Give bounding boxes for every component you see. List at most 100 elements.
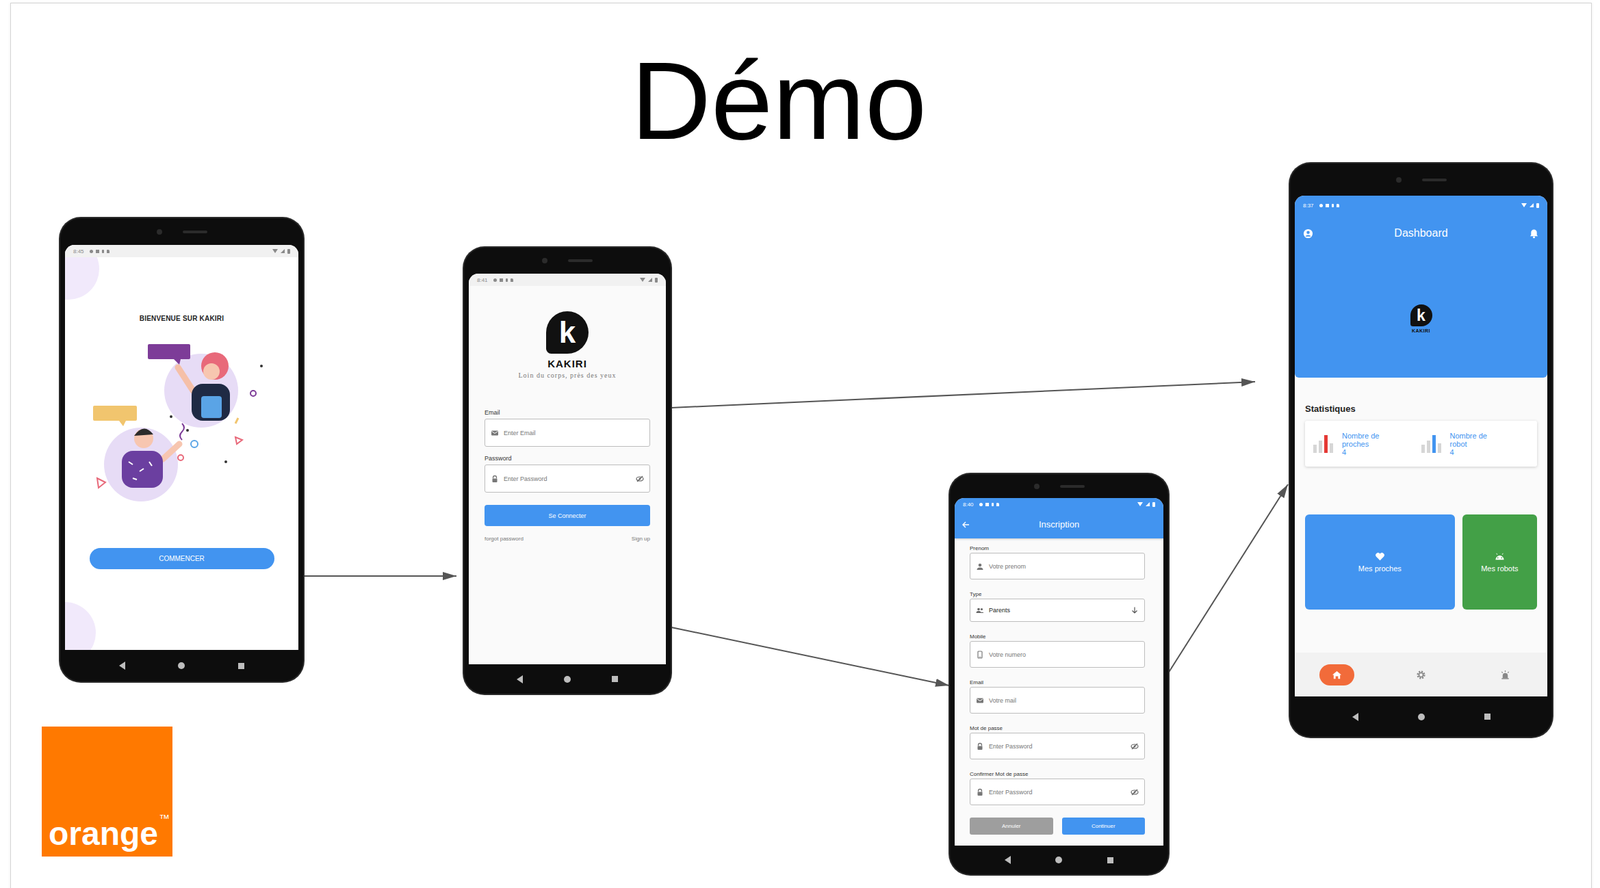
tile-label: Mes robots <box>1480 564 1518 573</box>
text-field[interactable]: Enter Password <box>969 732 1145 760</box>
home-button-icon[interactable] <box>177 662 185 670</box>
camera-icon <box>1396 177 1402 183</box>
bottom-nav <box>1294 652 1548 697</box>
eye-off-icon[interactable] <box>635 474 644 484</box>
camera-icon <box>542 257 548 264</box>
signal-icon <box>1145 502 1150 507</box>
back-icon[interactable] <box>1004 856 1011 865</box>
text-field[interactable]: Enter Password <box>969 778 1145 806</box>
bell-icon[interactable] <box>1528 228 1540 239</box>
stat-label: Nombre de robot <box>1450 431 1499 449</box>
continue-button[interactable]: Continuer <box>1062 817 1146 835</box>
phone-dashboard: 8:37DashboardkKAKIRIStatistiquesNombre d… <box>1289 163 1553 738</box>
group-icon <box>975 606 985 615</box>
nav-alarm[interactable] <box>1487 664 1523 686</box>
orange-logo-text: orange <box>48 814 159 855</box>
tile-label: Mes proches <box>1358 564 1402 573</box>
home-button-icon[interactable] <box>1417 713 1425 721</box>
tile-heart[interactable]: Mes proches <box>1305 514 1455 610</box>
sd-card-icon <box>106 249 110 254</box>
speaker-icon <box>1060 485 1085 488</box>
person-icon <box>975 562 985 571</box>
lock-icon <box>975 742 985 751</box>
mic-status-icon <box>101 249 105 254</box>
text-field[interactable]: Votre numero <box>969 641 1145 668</box>
field-label: Mobile <box>969 633 1145 642</box>
lock-icon <box>490 474 499 484</box>
android-robot-icon <box>1494 551 1505 562</box>
text-field[interactable]: Votre mail <box>969 687 1145 714</box>
cancel-button[interactable]: Annuler <box>969 817 1054 835</box>
login-links: forgot password Sign up <box>484 535 651 543</box>
brand-name: KAKIRI <box>547 357 588 370</box>
back-icon[interactable] <box>119 661 126 670</box>
app-bar: Dashboard <box>1294 214 1548 252</box>
text-field[interactable]: Enter Email <box>484 418 651 447</box>
recent-apps-icon[interactable] <box>1484 713 1491 720</box>
eye-off-icon[interactable] <box>1130 742 1139 751</box>
back-icon[interactable] <box>516 675 523 684</box>
recent-apps-icon[interactable] <box>238 663 245 670</box>
back-icon[interactable] <box>1352 713 1359 722</box>
signal-icon <box>1529 203 1534 208</box>
heart-icon <box>1374 551 1386 562</box>
dashboard-header: DashboardkKAKIRI <box>1294 214 1548 378</box>
wifi-icon <box>272 249 278 254</box>
form-group: Mot de passeEnter Password <box>969 724 1145 760</box>
text-field[interactable]: Votre prenom <box>969 552 1145 580</box>
text-link[interactable]: forgot password <box>484 535 524 543</box>
mail-icon <box>490 429 499 438</box>
brand-name: KAKIRI <box>1411 328 1431 334</box>
home-button-icon[interactable] <box>563 676 571 683</box>
back-arrow-icon[interactable] <box>961 520 970 529</box>
flow-arrow <box>671 381 1256 408</box>
nav-settings[interactable] <box>1403 664 1439 686</box>
status-time: 8:41 <box>476 277 488 284</box>
form-buttons: Annuler Continuer <box>969 817 1145 835</box>
field-placeholder: Votre prenom <box>988 563 1026 571</box>
home-button-icon[interactable] <box>1055 856 1063 864</box>
text-link[interactable]: Sign up <box>631 535 651 543</box>
flow-arrow <box>295 575 457 577</box>
dropdown-arrow-icon[interactable] <box>1130 606 1139 615</box>
type-dropdown[interactable]: Parents <box>969 598 1145 623</box>
field-placeholder: Enter Email <box>503 429 536 437</box>
speaker-icon <box>1422 178 1447 182</box>
kakiri-logo: k <box>546 311 589 354</box>
app-bar-title: Dashboard <box>1313 227 1529 240</box>
field-label: Email <box>969 678 1145 688</box>
nav-home[interactable] <box>1319 664 1355 686</box>
phone-welcome: 8:45BIENVENUE SUR KAKIRICOMMENCER <box>60 218 304 682</box>
phone-screen: 8:45BIENVENUE SUR KAKIRICOMMENCER <box>65 244 299 651</box>
settings-status-icon <box>89 249 94 254</box>
selected-value: Parents <box>988 607 1011 614</box>
recent-apps-icon[interactable] <box>611 676 618 683</box>
field-label: Mot de passe <box>969 724 1145 733</box>
mic-status-icon <box>991 502 994 507</box>
recent-apps-icon[interactable] <box>1107 857 1114 864</box>
phone-screen: 8:41kKAKIRILoin du corps, près des yeuxE… <box>468 273 666 665</box>
field-label: Type <box>969 590 1145 599</box>
login-button[interactable]: Se Connecter <box>484 505 651 527</box>
account-icon[interactable] <box>1302 228 1314 239</box>
field-label: Email <box>484 409 651 417</box>
text-field[interactable]: Enter Password <box>484 464 651 493</box>
login-form: Email Enter Email Password Enter Password Se… <box>468 409 666 543</box>
system-nav-bar <box>1294 696 1548 738</box>
battery-icon <box>1152 502 1156 508</box>
orange-logo: orange™ <box>41 726 173 857</box>
field-placeholder: Votre numero <box>988 651 1026 659</box>
decor-blob <box>65 602 96 651</box>
flow-arrow <box>1168 484 1288 674</box>
notification-status-icon <box>1325 203 1329 208</box>
flow-arrow <box>671 627 950 686</box>
camera-icon <box>1034 483 1040 490</box>
field-label: Password <box>484 455 651 462</box>
tile-robot[interactable]: Mes robots <box>1462 514 1538 610</box>
form-group: Mobile Votre numero <box>969 633 1145 668</box>
people-chatting-illustration <box>91 341 273 523</box>
bar-chart-icon <box>1313 435 1334 454</box>
start-button[interactable]: COMMENCER <box>89 548 275 570</box>
eye-off-icon[interactable] <box>1130 788 1139 797</box>
stat-value: 4 <box>1450 448 1499 457</box>
